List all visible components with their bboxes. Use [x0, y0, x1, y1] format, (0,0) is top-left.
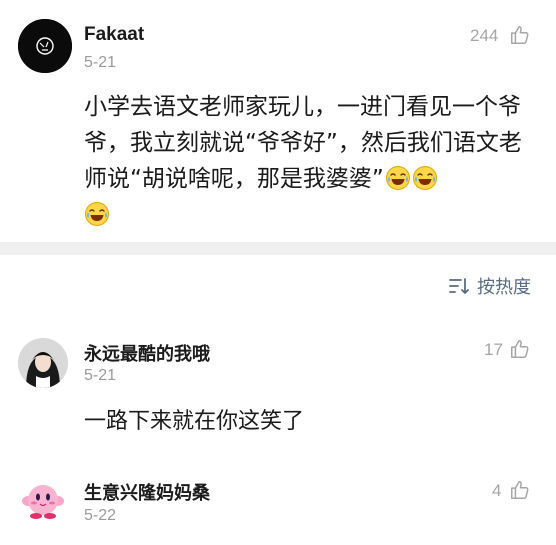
comment-text: 一路下来就在你这笑了 — [84, 409, 305, 434]
pink-kirby-avatar-icon — [18, 477, 68, 527]
avatar-logo-icon — [18, 19, 72, 73]
sort-icon — [448, 276, 470, 296]
laughing-crying-emoji-icon — [385, 165, 411, 191]
commenter-name[interactable]: 生意兴隆妈妈桑 — [84, 479, 210, 505]
author-name[interactable]: Fakaat — [84, 24, 144, 46]
like-button[interactable] — [509, 24, 531, 46]
post-text: 小学去语文老师家玩儿，一进门看见一个爷爷，我立刻就说“爷爷好”，然后我们语文老师… — [84, 94, 522, 192]
comment-date: 5-22 — [84, 507, 117, 524]
post-content: 小学去语文老师家玩儿，一进门看见一个爷爷，我立刻就说“爷爷好”，然后我们语文老师… — [84, 89, 534, 233]
commenter-avatar[interactable] — [18, 477, 68, 527]
comment-like-button[interactable] — [509, 479, 531, 501]
thumbs-up-icon — [511, 340, 529, 358]
thumbs-up-icon — [511, 26, 529, 44]
like-count: 244 — [470, 26, 499, 45]
thumbs-up-icon — [511, 481, 529, 499]
comment-like-count: 4 — [492, 481, 502, 500]
post-date: 5-21 — [84, 54, 117, 71]
laughing-crying-emoji-icon — [412, 165, 438, 191]
anime-girl-avatar-icon — [18, 338, 68, 388]
comment-date: 5-21 — [84, 367, 117, 384]
laughing-crying-emoji-icon — [84, 201, 110, 227]
sort-by-hot-button[interactable]: 按热度 — [448, 273, 531, 299]
commenter-name[interactable]: 永远最酷的我哦 — [84, 340, 210, 366]
author-avatar[interactable] — [18, 19, 72, 73]
commenter-avatar[interactable] — [18, 338, 68, 388]
sort-label: 按热度 — [477, 277, 531, 298]
comment-like-count: 17 — [484, 340, 503, 359]
section-divider — [0, 242, 556, 255]
comment-like-button[interactable] — [509, 338, 531, 360]
